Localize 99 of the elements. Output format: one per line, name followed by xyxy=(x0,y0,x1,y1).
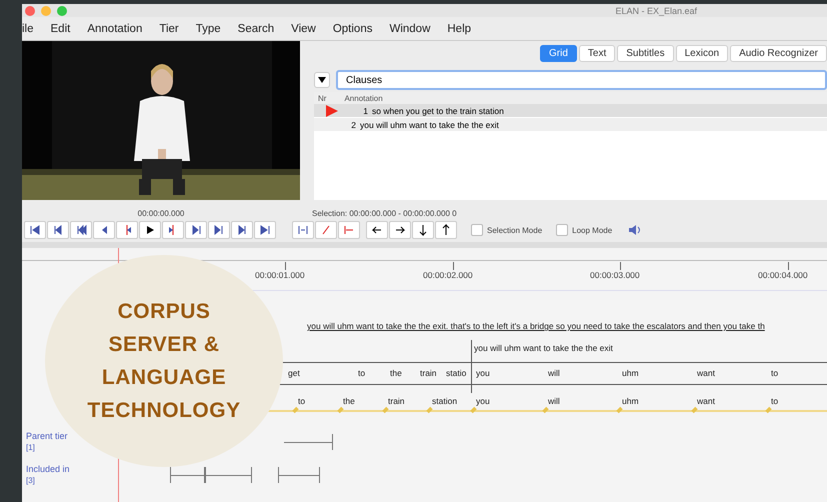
word-annotation[interactable]: the xyxy=(390,368,402,378)
edit-icon xyxy=(343,224,355,236)
edit-button[interactable] xyxy=(412,221,434,239)
menu-item[interactable]: Options xyxy=(332,22,372,34)
word-annotation[interactable]: statio xyxy=(446,368,466,378)
media-control-icon xyxy=(75,224,87,236)
table-cell: you will uhm want to take the the exit xyxy=(360,120,499,130)
word-annotation[interactable]: uhm xyxy=(622,368,639,378)
word-annotation[interactable]: station xyxy=(432,396,458,406)
time-ruler-label: 00:00:03.000 xyxy=(590,270,640,280)
word-annotation[interactable]: want xyxy=(697,396,715,406)
media-control-button[interactable] xyxy=(231,221,253,239)
mode-label: Loop Mode xyxy=(572,226,612,234)
speaker-icon[interactable] xyxy=(628,224,642,236)
edit-button[interactable] xyxy=(389,221,411,239)
media-timecode: 00:00:00.000 xyxy=(136,209,186,218)
badge-text: CORPUS xyxy=(118,299,210,325)
table-row[interactable]: 1 so when you get to the train station xyxy=(314,104,827,118)
table-cell-text: 1 xyxy=(362,106,368,116)
media-control-button[interactable] xyxy=(254,221,276,239)
media-control-button[interactable] xyxy=(208,221,230,239)
time-ruler-label: 00:00:04.000 xyxy=(758,270,808,280)
word-annotation[interactable]: train xyxy=(420,368,437,378)
menu-item[interactable]: Help xyxy=(447,22,472,34)
tier-count: [1] xyxy=(26,443,35,452)
media-control-button[interactable] xyxy=(93,221,115,239)
tier-select[interactable]: Clauses xyxy=(336,70,827,90)
menu-item[interactable]: ile xyxy=(22,22,34,34)
word-annotation[interactable]: train xyxy=(388,396,405,406)
selection-info: Selection: 00:00:00.000 - 00:00:00.000 0 xyxy=(311,209,457,218)
media-control-icon xyxy=(144,224,156,236)
media-control-icon xyxy=(236,224,248,236)
media-control-icon xyxy=(52,224,64,236)
view-tab[interactable]: Audio Recognizer xyxy=(730,45,827,62)
table-cell: so when you get to the train station xyxy=(372,106,504,116)
menu-item[interactable]: Search xyxy=(238,22,274,34)
tier-menu-button[interactable] xyxy=(314,72,330,88)
media-control-icon xyxy=(259,224,271,236)
mode-checkbox[interactable] xyxy=(556,224,568,236)
edit-button[interactable] xyxy=(435,221,457,239)
menu-item[interactable]: View xyxy=(291,22,316,34)
menu-item[interactable]: Edit xyxy=(50,22,70,34)
tier-label[interactable]: Included in xyxy=(26,464,70,474)
edit-button[interactable] xyxy=(292,221,314,239)
badge-text: TECHNOLOGY xyxy=(87,398,241,424)
time-ruler-label: 00:00:02.000 xyxy=(423,270,473,280)
media-control-button[interactable] xyxy=(185,221,207,239)
word-annotation[interactable]: you xyxy=(476,368,490,378)
edit-button[interactable] xyxy=(366,221,388,239)
word-annotation[interactable]: you xyxy=(476,396,490,406)
word-annotation[interactable]: get xyxy=(288,368,300,378)
word-annotation[interactable]: uhm xyxy=(622,396,639,406)
menu-item[interactable]: Annotation xyxy=(87,22,142,34)
word-annotation[interactable]: want xyxy=(697,368,715,378)
edit-icon xyxy=(320,224,332,236)
mode-label: Selection Mode xyxy=(487,226,542,234)
table-row[interactable]: 2 you will uhm want to take the the exit xyxy=(314,118,827,132)
edit-icon xyxy=(417,224,429,236)
tier-count: [3] xyxy=(26,476,35,485)
word-annotation[interactable]: to xyxy=(358,368,366,378)
menu-item[interactable]: Tier xyxy=(159,22,179,34)
word-annotation[interactable]: the xyxy=(343,396,355,406)
column-header[interactable]: Annotation xyxy=(344,94,383,102)
annotation-text[interactable]: you will uhm want to take the the exit xyxy=(474,343,613,353)
edit-icon xyxy=(371,224,383,236)
media-control-button[interactable] xyxy=(139,221,161,239)
annotation-bar[interactable] xyxy=(170,467,205,483)
media-control-icon xyxy=(29,224,41,236)
menu-item[interactable]: Type xyxy=(196,22,221,34)
badge-text: SERVER & xyxy=(108,332,220,358)
tier-label[interactable]: Parent tier xyxy=(26,431,68,441)
word-annotation[interactable]: will xyxy=(548,368,560,378)
badge-text: LANGUAGE xyxy=(102,365,226,391)
media-control-button[interactable] xyxy=(70,221,92,239)
edit-icon xyxy=(394,224,406,236)
media-control-button[interactable] xyxy=(162,221,184,239)
mode-checkbox[interactable] xyxy=(471,224,483,236)
view-tab[interactable]: Lexicon xyxy=(676,45,728,62)
annotation-text[interactable]: you will uhm want to take the the exit. that's to the left it's a bridge so you need to take the escalators and then you take th xyxy=(307,321,765,331)
view-tab[interactable]: Text xyxy=(578,45,616,62)
edit-icon xyxy=(440,224,452,236)
media-control-button[interactable] xyxy=(116,221,138,239)
media-control-icon xyxy=(190,224,202,236)
edit-icon xyxy=(297,224,309,236)
window-title: ELAN - EX_Elan.eaf xyxy=(615,6,697,16)
media-control-button[interactable] xyxy=(47,221,69,239)
dropdown-icon xyxy=(318,77,326,83)
time-ruler-label: 00:00:01.000 xyxy=(255,270,305,280)
media-control-button[interactable] xyxy=(24,221,46,239)
word-annotation[interactable]: will xyxy=(548,396,560,406)
word-annotation[interactable]: to xyxy=(771,368,778,378)
word-annotation[interactable]: to xyxy=(771,396,778,406)
word-annotation[interactable]: to xyxy=(298,396,306,406)
media-control-icon xyxy=(213,224,225,236)
view-tab[interactable]: Grid xyxy=(540,45,577,62)
table-cell-text: 2 xyxy=(350,120,356,130)
view-tab[interactable]: Subtitles xyxy=(617,45,674,62)
column-header[interactable]: Nr xyxy=(318,94,326,102)
menu-item[interactable]: Window xyxy=(389,22,430,34)
